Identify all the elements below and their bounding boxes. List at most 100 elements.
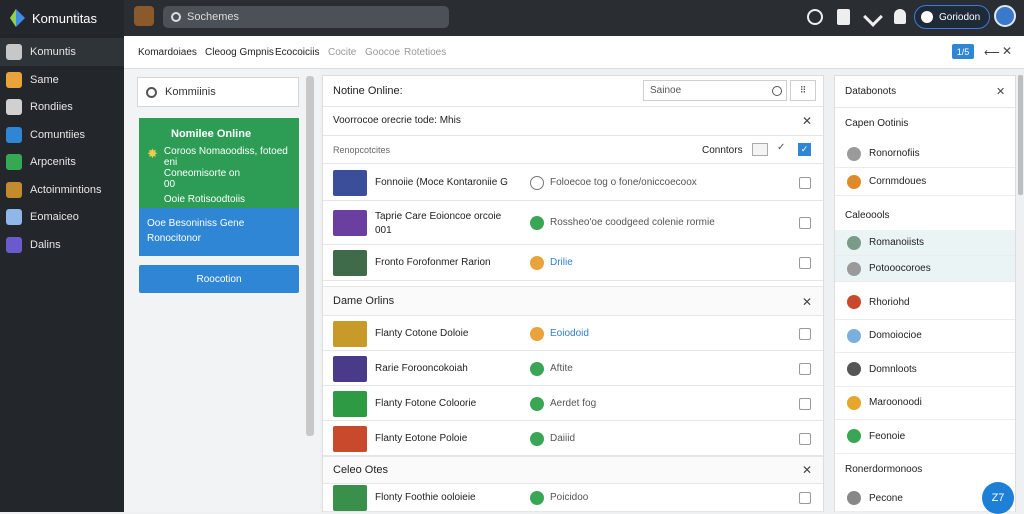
sidebar-item[interactable]: Comuntiies xyxy=(0,121,124,149)
row-title-block: Flanty Cotone Doloie xyxy=(375,327,525,341)
subnav-link[interactable]: Cocite xyxy=(328,47,356,58)
sidebar-item-icon xyxy=(6,236,22,253)
user-button[interactable]: Goriodon xyxy=(914,5,990,29)
row-title: Flonty Foothie ooloieie xyxy=(375,492,476,503)
sidebar-item[interactable]: Eomaiceo xyxy=(0,203,124,231)
card-line: Coroos Nomaoodiss, fotoed eni xyxy=(163,146,288,168)
row-title: Fonnoiie (Moce Kontaroniie G xyxy=(375,177,508,188)
sort-label[interactable]: Conntors xyxy=(702,145,743,156)
right-section-title: Ronerdormonoos xyxy=(845,464,923,475)
row-checkbox[interactable] xyxy=(799,432,811,445)
sidebar-item[interactable]: Arpcenits xyxy=(0,148,124,176)
search-icon xyxy=(171,12,181,22)
row-title-block: Rarie Forooncokoiah xyxy=(375,362,525,376)
status-icon xyxy=(530,431,544,446)
left-action-button[interactable]: Roocotion xyxy=(139,265,299,293)
main-header-title: Notine Online: xyxy=(333,85,403,97)
search-icon[interactable] xyxy=(772,86,782,96)
row-checkbox[interactable] xyxy=(799,362,811,375)
subnav-link[interactable]: Komardoiaes xyxy=(138,47,197,58)
check-icon[interactable]: ✓ xyxy=(777,142,785,153)
bell-icon[interactable] xyxy=(894,9,906,24)
right-list-item[interactable]: Potooocoroes xyxy=(835,256,1015,282)
close-icon[interactable]: ✕ xyxy=(802,114,812,128)
profile-avatar[interactable] xyxy=(994,5,1016,27)
row-status: Rossheo'oe coodgeed colenie rormie xyxy=(550,217,715,228)
item-icon xyxy=(847,328,861,343)
sidebar-item[interactable]: Dalins xyxy=(0,231,124,259)
row-checkbox[interactable] xyxy=(799,177,811,189)
select-all-checkbox[interactable]: ✓ xyxy=(798,143,811,156)
right-scrollbar[interactable] xyxy=(1018,75,1023,195)
item-icon xyxy=(847,429,861,444)
right-section-title: Caleoools xyxy=(845,210,890,221)
sidebar-item-icon xyxy=(6,71,22,88)
main-search-input[interactable]: Sainoe xyxy=(643,80,787,101)
row-checkbox[interactable] xyxy=(799,492,811,504)
status-icon xyxy=(530,361,544,376)
left-scrollbar[interactable] xyxy=(306,76,314,436)
grid-view-icon[interactable]: ⠿ xyxy=(790,80,816,101)
card-line: Ooe Besoniniss Gene xyxy=(147,218,245,229)
item-icon xyxy=(847,395,861,410)
app-logo[interactable]: Komuntitas xyxy=(6,6,122,30)
subnav-link[interactable]: Cleoog Gmpnis xyxy=(205,47,274,58)
close-icon[interactable]: ✕ xyxy=(996,85,1005,98)
row-thumbnail xyxy=(333,425,367,452)
search-input[interactable]: Sochemes xyxy=(163,6,449,28)
row-title: Flanty Cotone Doloie xyxy=(375,327,469,339)
right-list-item[interactable]: Domoiocioe xyxy=(835,320,1015,353)
section-title: Celeo Otes xyxy=(333,464,389,476)
row-title-block: Fronto Forofonmer Rarion xyxy=(375,256,525,270)
sidebar-item[interactable]: Actoinmintions xyxy=(0,176,124,204)
row-checkbox[interactable] xyxy=(799,257,811,269)
document-icon[interactable] xyxy=(837,9,850,25)
card-line: Ooie Rotisoodtoiis xyxy=(163,194,246,205)
right-list-item[interactable]: Ronornofiis xyxy=(835,140,1015,168)
subnav-link[interactable]: Rotetioes xyxy=(404,47,446,58)
floating-action-button[interactable]: Z7 xyxy=(982,482,1014,514)
right-list-item[interactable]: Domnloots xyxy=(835,353,1015,387)
row-checkbox[interactable] xyxy=(799,327,811,340)
search-placeholder: Sochemes xyxy=(187,11,239,23)
right-list-item[interactable]: Rhoriohd xyxy=(835,286,1015,320)
item-label: Potooocoroes xyxy=(869,263,931,274)
item-icon xyxy=(847,295,861,310)
user-icon xyxy=(921,11,933,23)
sidebar-item[interactable]: Komuntis xyxy=(0,38,124,66)
main-search-placeholder: Sainoe xyxy=(650,85,682,96)
row-checkbox[interactable] xyxy=(799,397,811,410)
status-icon xyxy=(530,176,544,190)
close-icon[interactable]: ✕ xyxy=(1002,44,1012,58)
avatar[interactable] xyxy=(134,6,154,26)
row-status: Foloecoe tog o fone/oniccoecoox xyxy=(550,177,697,188)
sidebar-item-label: Dalins xyxy=(30,238,61,251)
back-arrow-icon[interactable]: ⟵ xyxy=(984,46,1000,59)
sort-icon[interactable] xyxy=(752,143,768,156)
item-label: Romanoiists xyxy=(869,237,925,248)
right-section-title: Capen Ootinis xyxy=(845,118,909,129)
item-icon xyxy=(847,261,861,276)
sidebar-item[interactable]: Rondiies xyxy=(0,93,124,121)
page-badge[interactable]: 1/5 xyxy=(952,44,974,59)
row-checkbox[interactable] xyxy=(799,217,811,229)
online-status-card[interactable]: Nomilee Online ✸ Coroos Nomaoodiss, foto… xyxy=(139,118,299,208)
clock-icon[interactable] xyxy=(807,9,823,25)
row-subtitle: 001 xyxy=(375,225,392,236)
right-list-item[interactable]: Cornmdoues xyxy=(835,168,1015,196)
subnav-link[interactable]: Ecocoiciis xyxy=(275,47,319,58)
info-card[interactable]: Ooe Besoniniss Gene Ronocitonor xyxy=(139,208,299,256)
close-icon[interactable]: ✕ xyxy=(802,295,812,309)
right-list-item[interactable]: Feonoie xyxy=(835,420,1015,454)
right-list-item[interactable]: Maroonoodi xyxy=(835,387,1015,420)
card-line: 00 xyxy=(163,179,176,190)
left-search-input[interactable]: Kommiinis xyxy=(137,77,299,107)
subnav-link[interactable]: Goocoe xyxy=(365,47,400,58)
row-thumbnail xyxy=(333,170,367,196)
row-thumbnail xyxy=(333,355,367,382)
close-icon[interactable]: ✕ xyxy=(802,463,812,477)
item-label: Ronornofiis xyxy=(869,148,920,159)
status-icon xyxy=(530,396,544,411)
sidebar-item[interactable]: Same xyxy=(0,66,124,94)
right-list-item[interactable]: Romanoiists xyxy=(835,230,1015,256)
